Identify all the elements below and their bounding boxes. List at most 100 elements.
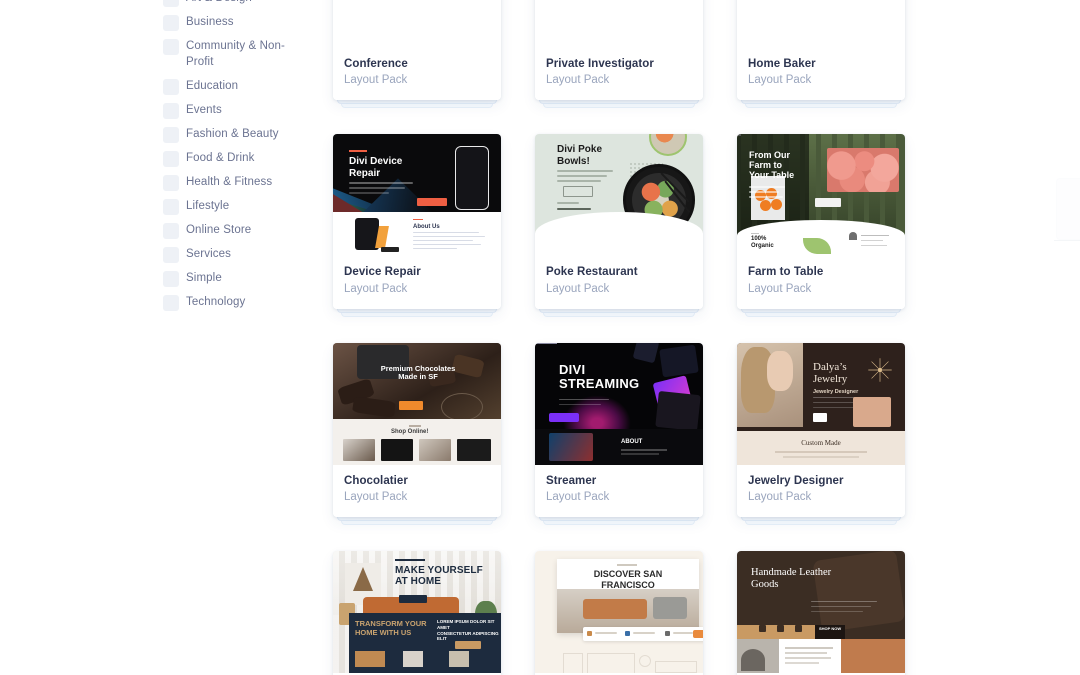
card-meta: Farm to Table Layout Pack (737, 256, 905, 309)
category-label: Community & Non-Profit (186, 40, 285, 69)
category-label: Events (186, 103, 222, 116)
card-thumbnail: Handmade Leather Goods SHOP NOW (737, 550, 905, 673)
card-thumbnail: Dalya’s Jewelry Jewelry Designer Custom M… (737, 342, 905, 465)
layout-pack-grid: × Conference Layout Pack (333, 0, 913, 675)
category-label: Education (186, 79, 239, 92)
card-thumbnail: Premium Chocolates Made in SF Shop Online… (333, 342, 501, 465)
grid-row: MAKE YOURSELF AT HOME TRANSFORM YOUR HOME … (333, 550, 913, 675)
card-meta: Jewelry Designer Layout Pack (737, 464, 905, 517)
category-filter-events[interactable]: Events (163, 102, 313, 119)
layout-pack-card-chocolatier[interactable]: Premium Chocolates Made in SF Shop Online… (333, 342, 501, 525)
checkbox-food-drink[interactable] (163, 150, 179, 167)
card-meta: Conference Layout Pack (333, 48, 501, 101)
category-label: Art & Design (186, 0, 306, 6)
category-filter-online-store[interactable]: Online Store (163, 222, 313, 239)
card-thumbnail (737, 0, 905, 48)
category-filter-education[interactable]: Education (163, 78, 313, 95)
card-thumbnail: From Our Farm to Your Table 100% Organic (737, 134, 905, 257)
card-title: Device Repair (344, 266, 421, 279)
card-title: Home Baker (748, 58, 816, 70)
checkbox-business[interactable] (163, 15, 179, 31)
card-subtitle: Layout Pack (546, 491, 610, 503)
category-label: Simple (186, 271, 222, 284)
layout-pack-card-poke-restaurant[interactable]: Divi Poke Bowls! Poke Restaurant Layout … (535, 134, 703, 317)
checkbox-health-fitness[interactable] (163, 174, 179, 191)
checkbox-online-store[interactable] (163, 222, 179, 239)
layout-pack-browser: Art & Design Business Community & Non-Pr… (0, 0, 1080, 675)
card-title: Private Investigator (546, 58, 654, 70)
layout-pack-card-home-baker[interactable]: Home Baker Layout Pack (737, 0, 905, 109)
category-filter-community-non-profit[interactable]: Community & Non-Profit (163, 38, 313, 71)
category-filter-simple[interactable]: Simple (163, 270, 313, 287)
category-label: Online Store (186, 223, 252, 236)
card-thumbnail: DIVI STREAMING ABOUT (535, 342, 703, 465)
category-filter-technology[interactable]: Technology (163, 294, 313, 311)
card-thumbnail: MAKE YOURSELF AT HOME TRANSFORM YOUR HOME … (333, 550, 501, 673)
category-filter-art-design[interactable]: Art & Design (163, 0, 313, 7)
category-label: Technology (186, 295, 246, 308)
card-subtitle: Layout Pack (546, 282, 610, 295)
card-thumbnail: × (333, 0, 501, 48)
category-filter-services[interactable]: Services (163, 246, 313, 263)
card-thumbnail (535, 0, 703, 48)
card-title: Farm to Table (748, 266, 824, 279)
card-title: Conference (344, 58, 408, 70)
grid-row: Divi Device Repair About Us Device Repai… (333, 134, 913, 317)
card-title: Streamer (546, 474, 597, 487)
card-subtitle: Layout Pack (748, 74, 812, 87)
checkbox-technology[interactable] (163, 294, 179, 311)
offscreen-panel-fragment (1056, 178, 1080, 240)
checkbox-lifestyle[interactable] (163, 198, 179, 215)
card-title: Jewelry Designer (748, 474, 844, 487)
category-label: Food & Drink (186, 151, 255, 164)
card-subtitle: Layout Pack (344, 491, 408, 503)
grid-row: × Conference Layout Pack (333, 0, 913, 109)
checkbox-community-non-profit[interactable] (163, 39, 179, 55)
category-label: Business (186, 16, 234, 28)
card-subtitle: Layout Pack (748, 491, 812, 503)
category-filter-list: Art & Design Business Community & Non-Pr… (163, 0, 313, 318)
card-title: Chocolatier (344, 474, 408, 487)
checkbox-education[interactable] (163, 78, 179, 95)
card-thumbnail: DISCOVER SAN FRANCISCO (535, 550, 703, 673)
card-meta: Device Repair Layout Pack (333, 256, 501, 309)
layout-pack-card-private-investigator[interactable]: Private Investigator Layout Pack (535, 0, 703, 109)
card-subtitle: Layout Pack (546, 74, 610, 87)
layout-pack-card-device-repair[interactable]: Divi Device Repair About Us Device Repai… (333, 134, 501, 317)
checkbox-events[interactable] (163, 102, 179, 119)
layout-pack-card-jewelry-designer[interactable]: Dalya’s Jewelry Jewelry Designer Custom M… (737, 342, 905, 525)
card-subtitle: Layout Pack (748, 282, 812, 295)
category-filter-fashion-beauty[interactable]: Fashion & Beauty (163, 126, 313, 143)
checkbox-services[interactable] (163, 246, 179, 263)
card-title: Poke Restaurant (546, 266, 638, 279)
layout-pack-card-san-francisco[interactable]: DISCOVER SAN FRANCISCO (535, 550, 703, 675)
category-filter-health-fitness[interactable]: Health & Fitness (163, 174, 313, 191)
category-filter-lifestyle[interactable]: Lifestyle (163, 198, 313, 215)
card-meta: Streamer Layout Pack (535, 464, 703, 517)
layout-pack-card-streamer[interactable]: DIVI STREAMING ABOUT Streamer Layout Pack (535, 342, 703, 525)
grid-row: Premium Chocolates Made in SF Shop Online… (333, 342, 913, 525)
card-subtitle: Layout Pack (344, 282, 408, 295)
category-filter-business[interactable]: Business (163, 14, 313, 31)
card-meta: Chocolatier Layout Pack (333, 464, 501, 517)
checkbox-art-design[interactable] (163, 0, 179, 7)
card-thumbnail: Divi Poke Bowls! (535, 134, 703, 257)
checkbox-simple[interactable] (163, 270, 179, 287)
layout-pack-card-farm-to-table[interactable]: From OurFarm toYour Table 100% Organic (737, 134, 905, 317)
layout-pack-card-home-renovation[interactable]: MAKE YOURSELF AT HOME TRANSFORM YOUR HOME … (333, 550, 501, 675)
offscreen-divider-fragment (1054, 240, 1080, 241)
card-meta: Poke Restaurant Layout Pack (535, 256, 703, 309)
layout-pack-card-handmade-leather[interactable]: Handmade Leather Goods SHOP NOW (737, 550, 905, 675)
card-meta: Home Baker Layout Pack (737, 48, 905, 101)
category-label: Health & Fitness (186, 175, 273, 188)
category-label: Lifestyle (186, 199, 230, 212)
card-subtitle: Layout Pack (344, 74, 408, 87)
category-label: Services (186, 247, 232, 260)
category-filter-food-drink[interactable]: Food & Drink (163, 150, 313, 167)
checkbox-fashion-beauty[interactable] (163, 126, 179, 143)
starburst-icon (868, 357, 892, 382)
layout-pack-card-conference[interactable]: × Conference Layout Pack (333, 0, 501, 109)
category-label: Fashion & Beauty (186, 127, 279, 140)
card-thumbnail: Divi Device Repair About Us (333, 134, 501, 257)
card-meta: Private Investigator Layout Pack (535, 48, 703, 101)
